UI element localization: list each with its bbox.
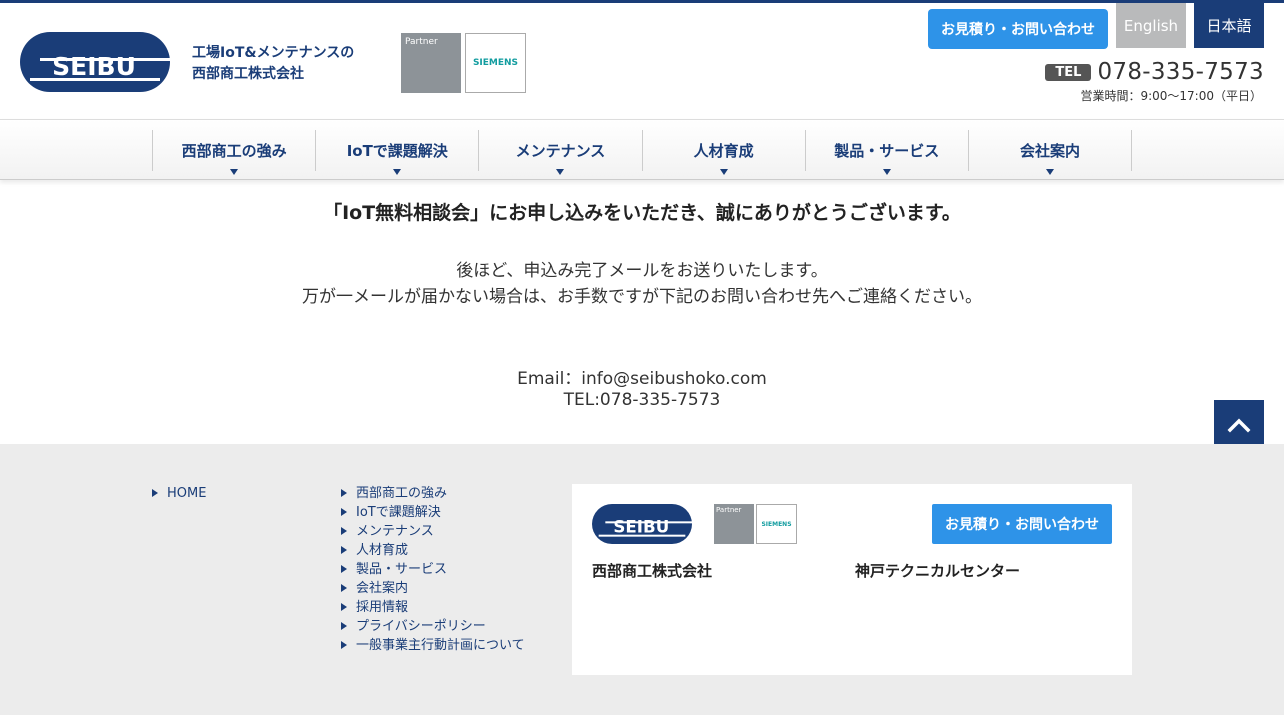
footer-link[interactable]: プライバシーポリシー [341,617,525,636]
global-nav: 西部商工の強み IoTで課題解決 メンテナンス 人材育成 製品・サービス 会社案… [0,119,1284,180]
caret-down-icon [719,169,728,175]
caret-down-icon [556,169,565,175]
footer-link[interactable]: 西部商工の強み [341,484,525,503]
caret-down-icon [1045,169,1054,175]
site-header: SEIBU 工場IoT&メンテナンスの 西部商工株式会社 Partner SIE… [0,3,1284,119]
logo-text: SEIBU [52,52,136,81]
tagline-line-1: 工場IoT&メンテナンスの [192,45,355,61]
footer-company-name: 西部商工株式会社 [592,562,713,580]
tel-badge: TEL [1045,63,1092,81]
footer-links-secondary: 西部商工の強み IoTで課題解決 メンテナンス 人材育成 製品・サービス 会社案… [341,484,525,655]
partner-label: Partner [716,506,742,514]
message-line-1: 後ほど、申込み完了メールをお送りいたします。 [456,261,828,281]
seibu-logo[interactable]: SEIBU [20,32,170,92]
footer-link[interactable]: 採用情報 [341,598,525,617]
estimate-contact-button[interactable]: お見積り・お問い合わせ [928,9,1108,49]
footer-link[interactable]: 一般事業主行動計画について [341,636,525,655]
nav-item-company[interactable]: 会社案内 [969,130,1133,175]
contact-tel[interactable]: TEL:078-335-7573 [0,390,1284,410]
nav-item-strengths[interactable]: 西部商工の強み [153,130,317,175]
footer-estimate-contact-button[interactable]: お見積り・お問い合わせ [932,504,1112,544]
lang-japanese-button[interactable]: 日本語 [1194,3,1264,48]
chevron-up-icon [1227,418,1251,433]
nav-item-products[interactable]: 製品・サービス [806,130,969,175]
site-footer: HOME 西部商工の強み IoTで課題解決 メンテナンス 人材育成 製品・サービ… [0,444,1284,715]
nav-item-maintenance[interactable]: メンテナンス [479,130,643,175]
caret-down-icon [230,169,239,175]
footer-link[interactable]: IoTで課題解決 [341,503,525,522]
message-line-2: 万が一メールが届かない場合は、お手数ですが下記のお問い合わせ先へご連絡ください。 [302,287,982,307]
header-tel: TEL 078-335-7573 [1045,59,1264,85]
partner-box: Partner [714,504,754,544]
footer-technical-center: 神戸テクニカルセンター [855,562,1021,580]
lang-english-button[interactable]: English [1116,3,1186,48]
tel-number[interactable]: 078-335-7573 [1097,59,1264,85]
footer-link[interactable]: 製品・サービス [341,560,525,579]
siemens-box: SIEMENS [465,33,526,93]
contact-email[interactable]: Email：info@seibushoko.com [0,364,1284,389]
footer-logo-text: SEIBU [613,518,669,537]
siemens-partner-badge: Partner SIEMENS [401,33,526,93]
caret-down-icon [393,169,402,175]
thanks-content: 「IoT無料相談会」にお申し込みをいただき、誠にありがとうございます。 後ほど、… [0,180,1284,444]
nav-item-label: IoTで課題解決 [346,142,448,160]
nav-item-label: メンテナンス [515,142,606,160]
footer-link[interactable]: 会社案内 [341,579,525,598]
footer-link[interactable]: メンテナンス [341,522,525,541]
footer-company-box: SEIBU Partner SIEMENS お見積り・お問い合わせ 西部商工株式… [572,484,1132,675]
thanks-headline: 「IoT無料相談会」にお申し込みをいただき、誠にありがとうございます。 [323,202,961,224]
nav-item-label: 会社案内 [1019,142,1080,160]
partner-box: Partner [401,33,461,93]
nav-item-iot[interactable]: IoTで課題解決 [316,130,480,175]
caret-down-icon [882,169,891,175]
nav-item-training[interactable]: 人材育成 [643,130,806,175]
nav-item-label: 製品・サービス [834,142,940,160]
nav-item-label: 西部商工の強み [181,142,287,160]
partner-label: Partner [405,37,438,47]
footer-links-primary: HOME [152,484,206,503]
tagline-line-2: 西部商工株式会社 [192,66,304,82]
footer-link-home[interactable]: HOME [152,484,206,503]
business-hours: 営業時間：9:00〜17:00（平日） [1080,89,1262,103]
footer-link[interactable]: 人材育成 [341,541,525,560]
footer-siemens-partner-badge: Partner SIEMENS [714,504,797,544]
company-tagline: 工場IoT&メンテナンスの 西部商工株式会社 [192,43,354,85]
footer-seibu-logo[interactable]: SEIBU [592,504,692,544]
back-to-top-button[interactable] [1214,400,1264,450]
siemens-box: SIEMENS [756,504,797,544]
nav-item-label: 人材育成 [693,142,754,160]
nav-list: 西部商工の強み IoTで課題解決 メンテナンス 人材育成 製品・サービス 会社案… [152,130,1133,175]
